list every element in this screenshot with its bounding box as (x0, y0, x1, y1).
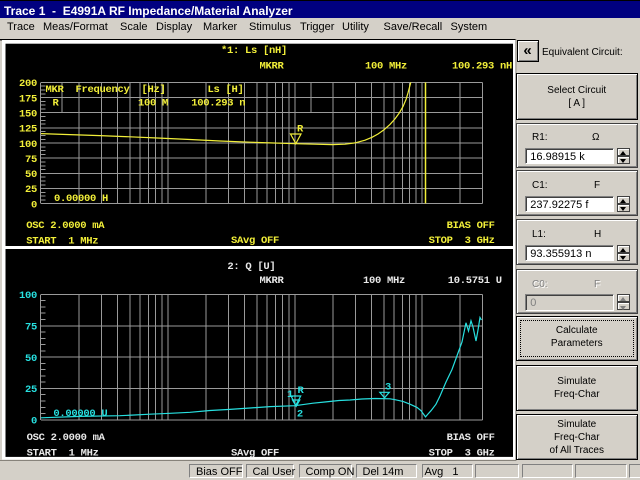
svg-text:BIAS OFF: BIAS OFF (447, 220, 495, 232)
svg-text:10.5751 U: 10.5751 U (448, 275, 502, 287)
svg-text:75: 75 (25, 154, 37, 166)
svg-text:MKRR: MKRR (260, 61, 285, 73)
svg-text:100 MHz: 100 MHz (363, 275, 405, 287)
svg-text:100.293 n: 100.293 n (191, 98, 245, 110)
svg-text:0: 0 (31, 416, 37, 428)
svg-text:0.00000 H: 0.00000 H (54, 193, 108, 205)
svg-text:75: 75 (25, 322, 37, 334)
svg-text:100: 100 (19, 139, 37, 151)
svg-text:STOP 3 GHz: STOP 3 GHz (429, 448, 495, 460)
svg-text:200: 200 (19, 78, 37, 90)
svg-text:100.293 nH: 100.293 nH (452, 61, 512, 73)
svg-text:100 MHz: 100 MHz (365, 61, 407, 73)
svg-text:100: 100 (19, 290, 37, 302)
svg-text:100 M: 100 M (138, 98, 168, 110)
svg-text:START 1 MHz: START 1 MHz (26, 236, 98, 248)
svg-text:MKR Frequency [Hz]: MKR Frequency [Hz] (46, 84, 166, 96)
svg-text:50: 50 (25, 353, 37, 365)
svg-text:BIAS OFF: BIAS OFF (447, 432, 495, 444)
svg-text:Ls [H]: Ls [H] (208, 84, 244, 96)
svg-text:50: 50 (25, 169, 37, 181)
svg-text:25: 25 (25, 184, 37, 196)
svg-text:MKRR: MKRR (260, 275, 285, 287)
svg-text:SAvg OFF: SAvg OFF (231, 448, 279, 460)
svg-text:R: R (53, 98, 60, 110)
svg-text:STOP 3 GHz: STOP 3 GHz (429, 235, 495, 247)
svg-text:2: 2 (297, 409, 303, 421)
svg-text:OSC 2.0000 mA: OSC 2.0000 mA (27, 432, 106, 444)
svg-text:SAvg OFF: SAvg OFF (231, 235, 279, 247)
svg-text:*1: Ls [nH]: *1: Ls [nH] (221, 45, 287, 57)
svg-text:0.00000 U: 0.00000 U (53, 408, 107, 420)
svg-text:2: Q [U]: 2: Q [U] (227, 261, 275, 273)
svg-text:25: 25 (25, 384, 37, 396)
svg-text:START 1 MHz: START 1 MHz (27, 448, 99, 460)
svg-text:0: 0 (31, 199, 37, 211)
svg-text:OSC 2.0000 mA: OSC 2.0000 mA (26, 220, 105, 232)
svg-text:125: 125 (19, 124, 37, 136)
svg-text:175: 175 (19, 93, 37, 105)
svg-text:150: 150 (19, 109, 37, 121)
